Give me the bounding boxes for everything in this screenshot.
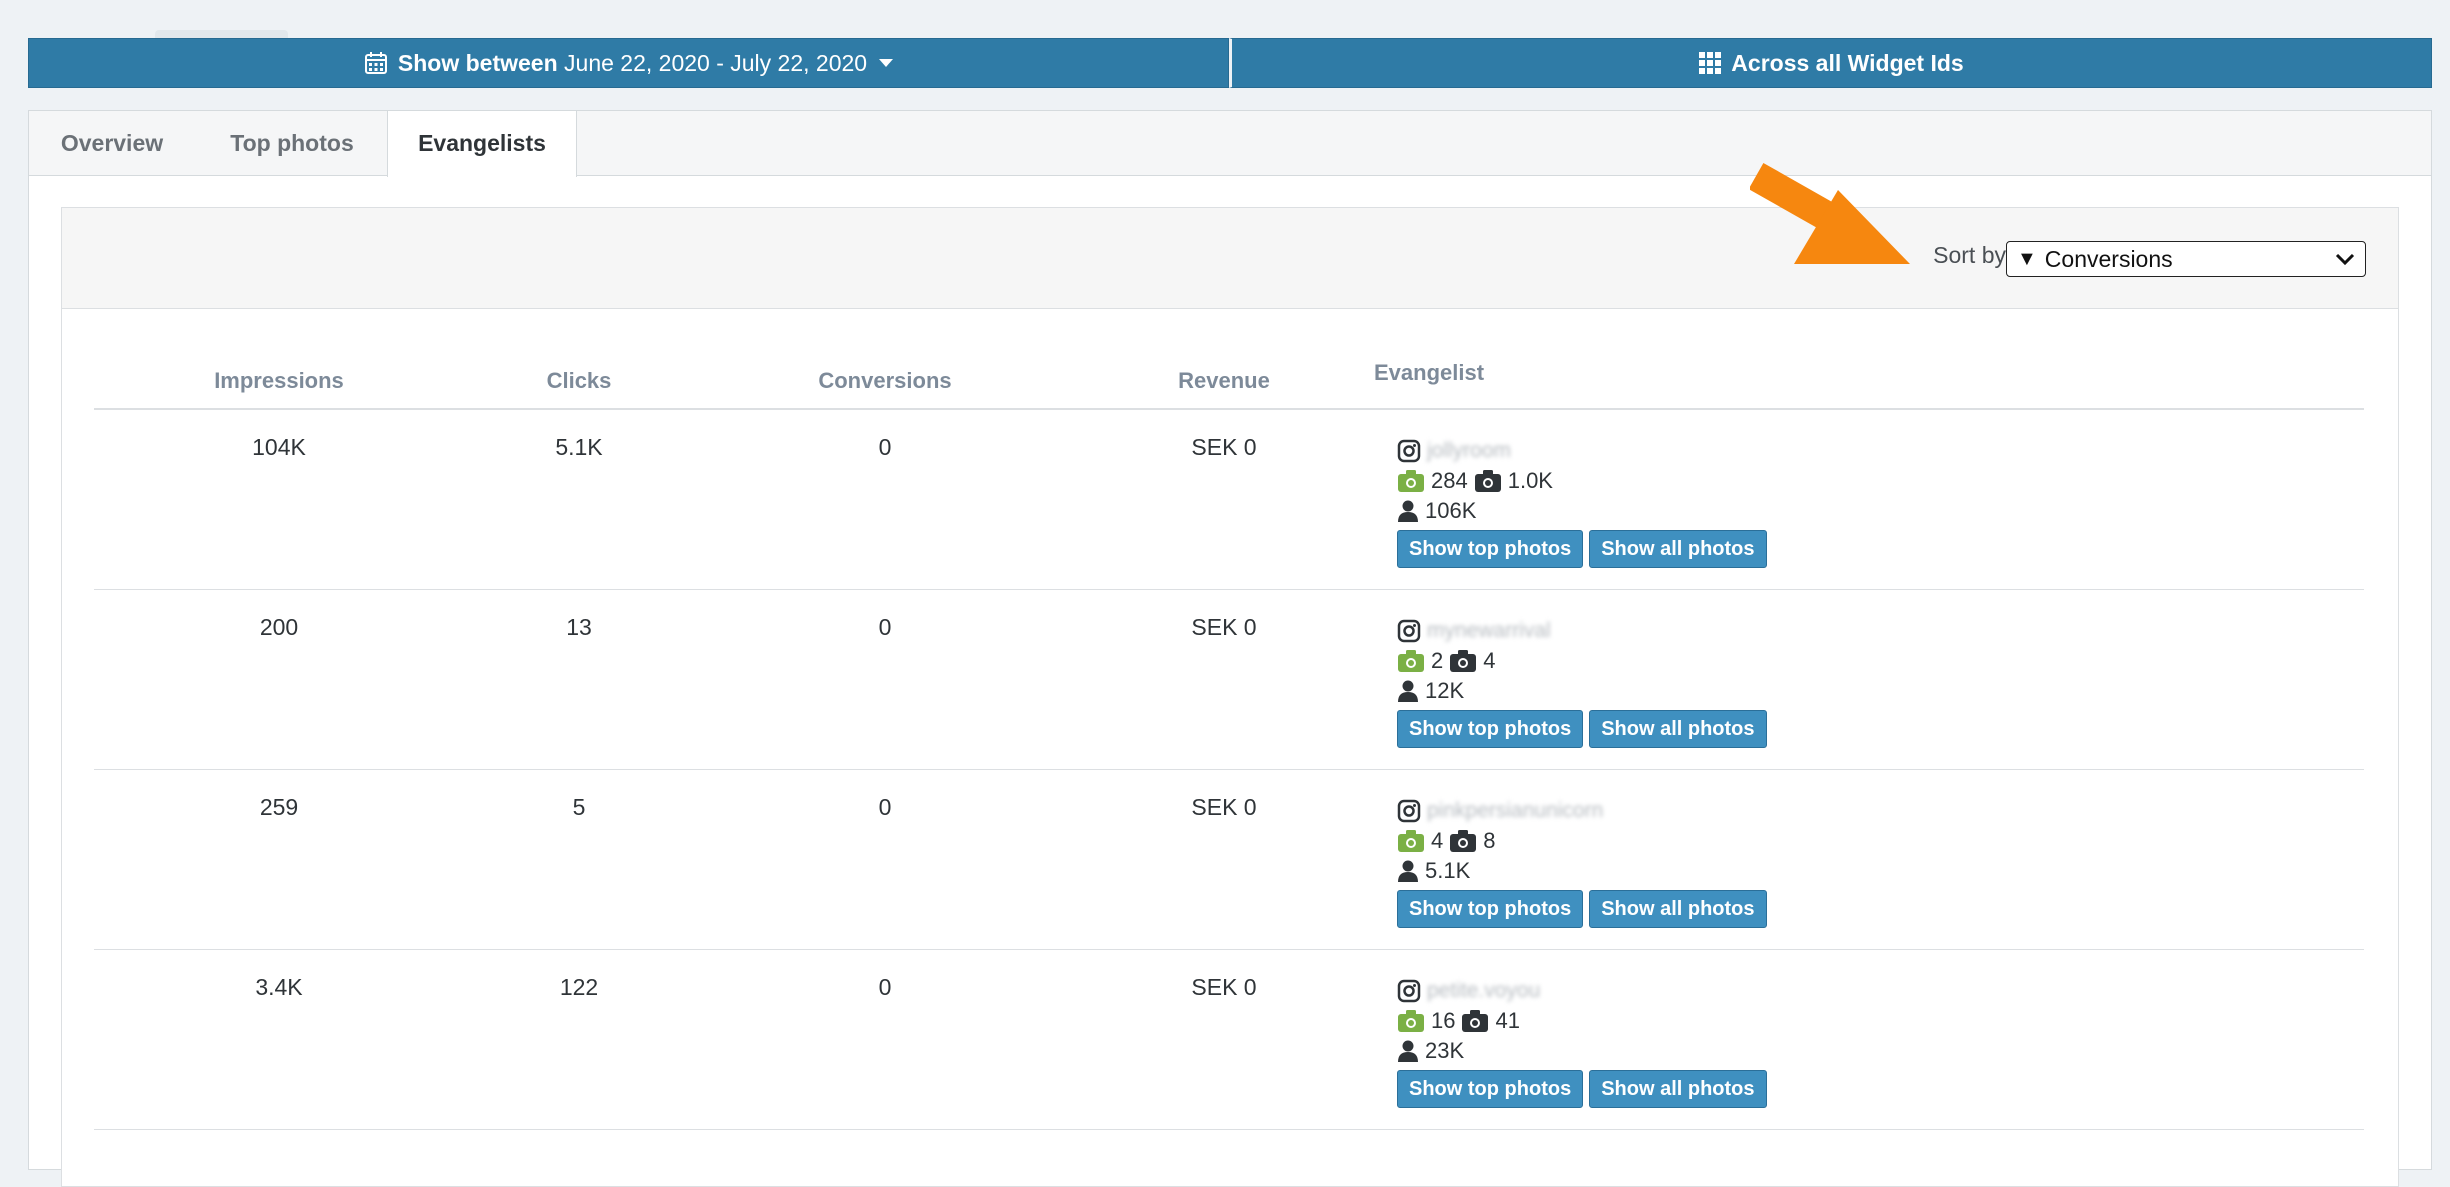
evangelist-info: jollyroom 284 1.0K 106K Show top photos [1397,436,1767,568]
clicks-value: 5 [572,794,586,820]
evangelist-info: pinkpersianunicorn 4 8 5.1K Show top pho… [1397,796,1767,928]
widget-ids-label: Across all Widget Ids [1731,49,1964,76]
evangelist-username[interactable]: pinkpersianunicorn [1427,799,1603,823]
top-photos-count: 2 [1431,648,1444,673]
show-all-photos-button[interactable]: Show all photos [1589,710,1767,748]
instagram-icon [1397,619,1421,643]
all-photos-count: 1.0K [1507,468,1553,493]
camera-icon [1398,830,1424,852]
tab-bar: Overview Top photos Evangelists [29,111,2431,177]
camera-icon [1398,470,1424,492]
camera-icon [1450,650,1477,672]
revenue-value: SEK 0 [1191,974,1257,1000]
show-top-photos-button[interactable]: Show top photos [1397,1070,1584,1108]
revenue-value: SEK 0 [1191,614,1257,640]
all-photos-count: 41 [1495,1008,1520,1033]
camera-icon [1450,830,1477,852]
user-icon [1398,680,1418,702]
sort-label: Sort by [1933,242,2006,268]
evangelist-table: 104K 5.1K 0 SEK 0 jollyroom 284 1.0K 106… [94,410,2364,1130]
show-top-photos-button[interactable]: Show top photos [1397,530,1584,568]
table-row: 259 5 0 SEK 0 pinkpersianunicorn 4 8 5.1… [94,770,2364,950]
camera-icon [1462,1010,1489,1032]
widget-ids-button[interactable]: Across all Widget Ids [1229,38,2432,88]
conversions-value: 0 [878,794,892,820]
impressions-value: 200 [259,614,299,640]
instagram-icon [1397,439,1421,463]
column-header-clicks[interactable]: Clicks [504,368,654,394]
conversions-value: 0 [878,434,892,460]
camera-icon [1474,470,1501,492]
chevron-down-icon [879,59,894,67]
evangelists-content: Sort by ▼ Conversions Impressions Clicks… [61,207,2399,1187]
table-row: 104K 5.1K 0 SEK 0 jollyroom 284 1.0K 106… [94,410,2364,590]
show-all-photos-button[interactable]: Show all photos [1589,530,1767,568]
revenue-value: SEK 0 [1191,434,1257,460]
clicks-value: 13 [566,614,592,640]
camera-icon [1398,650,1424,672]
tab-evangelists[interactable]: Evangelists [387,111,577,177]
column-header-conversions[interactable]: Conversions [810,368,960,394]
sort-select[interactable]: ▼ Conversions [2006,241,2366,277]
evangelist-info: mynewarrival 2 4 12K Show top photos Sho… [1397,616,1767,748]
table-row: 200 13 0 SEK 0 mynewarrival 2 4 12K Show… [94,590,2364,770]
top-photos-count: 284 [1431,468,1468,493]
top-photos-count: 4 [1431,828,1444,853]
date-range-label: Show between [397,49,558,76]
camera-icon [1398,1010,1424,1032]
followers-count: 12K [1425,678,1465,703]
instagram-icon [1397,979,1421,1003]
date-range-dropdown[interactable]: Show between June 22, 2020 - July 22, 20… [28,38,1229,88]
revenue-value: SEK 0 [1191,794,1257,820]
sort-direction-marker: ▼ [2017,247,2037,270]
clicks-value: 122 [559,974,599,1000]
impressions-value: 104K [252,434,306,460]
sort-selected-value: Conversions [2044,245,2173,272]
clicks-value: 5.1K [555,434,603,460]
show-top-photos-button[interactable]: Show top photos [1397,890,1584,928]
table-row: 3.4K 122 0 SEK 0 petite.voyou 16 41 23K … [94,950,2364,1130]
user-icon [1398,860,1418,882]
followers-count: 5.1K [1425,858,1471,883]
evangelist-username[interactable]: mynewarrival [1427,619,1551,643]
column-header-impressions[interactable]: Impressions [204,368,354,394]
calendar-icon [364,52,387,74]
chevron-down-icon [2335,253,2355,266]
top-tab-stub [155,30,288,38]
tab-overview[interactable]: Overview [29,111,195,175]
show-top-photos-button[interactable]: Show top photos [1397,710,1584,748]
followers-count: 23K [1425,1038,1465,1063]
conversions-value: 0 [878,614,892,640]
top-photos-count: 16 [1431,1008,1456,1033]
impressions-value: 259 [259,794,299,820]
user-icon [1398,1040,1418,1062]
grid-icon [1699,52,1722,74]
conversions-value: 0 [878,974,892,1000]
date-range-value: June 22, 2020 - July 22, 2020 [564,49,868,76]
show-all-photos-button[interactable]: Show all photos [1589,890,1767,928]
user-icon [1398,500,1418,522]
tab-top-photos[interactable]: Top photos [195,111,389,175]
all-photos-count: 8 [1483,828,1496,853]
impressions-value: 3.4K [255,974,303,1000]
stats-panel: Overview Top photos Evangelists Sort by … [28,110,2432,1187]
sort-bar: Sort by ▼ Conversions [62,208,2398,309]
evangelist-username[interactable]: jollyroom [1427,439,1511,463]
table-header: Impressions Clicks Conversions Revenue E… [94,348,2364,410]
all-photos-count: 4 [1483,648,1496,673]
followers-count: 106K [1425,498,1477,523]
column-header-revenue[interactable]: Revenue [1149,368,1299,394]
evangelist-username[interactable]: petite.voyou [1427,979,1540,1003]
column-header-evangelist: Evangelist [1374,360,1485,385]
instagram-icon [1397,799,1421,823]
show-all-photos-button[interactable]: Show all photos [1589,1070,1767,1108]
filter-bar: Show between June 22, 2020 - July 22, 20… [28,38,2432,88]
evangelist-info: petite.voyou 16 41 23K Show top photos S… [1397,976,1767,1108]
arrow-annotation [1750,162,1910,264]
